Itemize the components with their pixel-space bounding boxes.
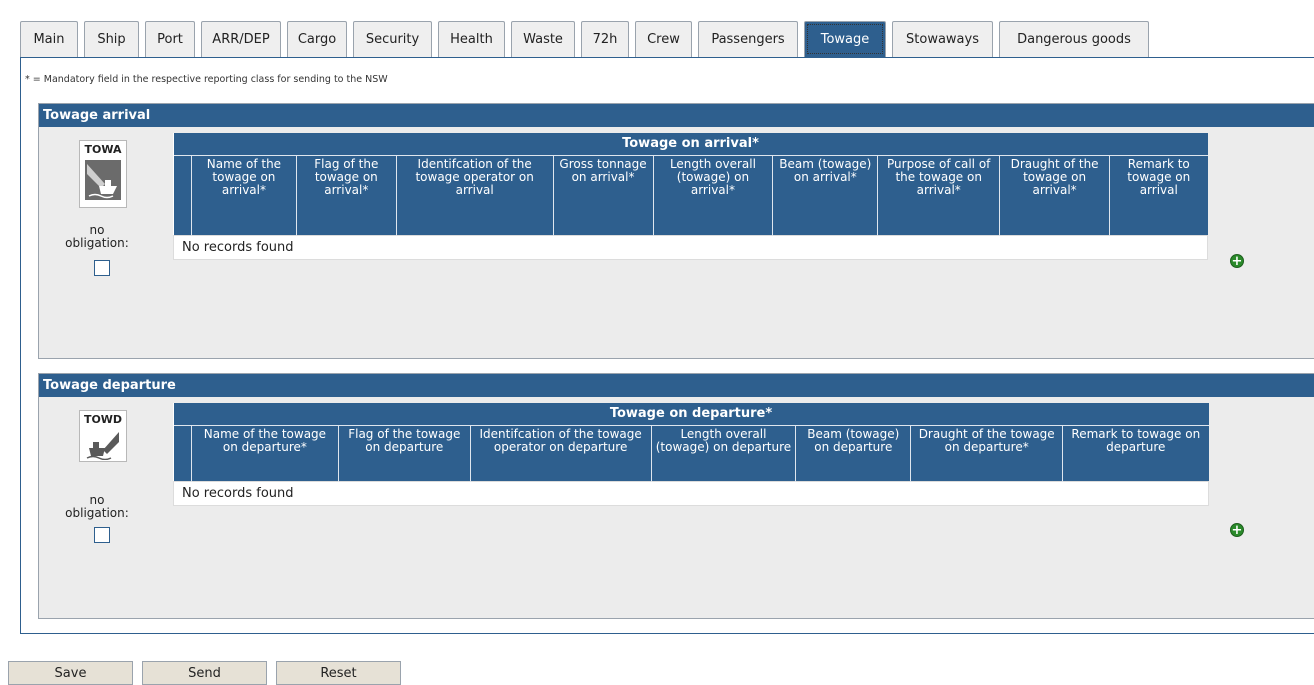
column-header[interactable]: Remark to towage on departure <box>1062 425 1209 481</box>
no-obligation-checkbox[interactable] <box>94 527 110 543</box>
column-header[interactable]: Name of the towage on departure* <box>190 425 339 481</box>
tab-security[interactable]: Security <box>353 21 432 57</box>
column-header[interactable]: Identifcation of the towage operator on … <box>469 425 652 481</box>
towd-icon-code: TOWD <box>83 413 123 426</box>
row-selector-header <box>173 155 192 235</box>
towage-arrival-panel: Towage arrival TOWA no obligation: Towag… <box>38 103 1314 359</box>
tab-passengers[interactable]: Passengers <box>698 21 798 57</box>
no-obligation-label: no obligation: <box>65 223 129 250</box>
tab-main[interactable]: Main <box>20 21 78 57</box>
no-obligation-label: no obligation: <box>65 493 129 520</box>
towage-arrival-header: Towage arrival <box>39 104 1314 127</box>
reset-button[interactable]: Reset <box>276 661 401 685</box>
tab-dangerous-goods[interactable]: Dangerous goods <box>999 21 1149 57</box>
towage-departure-header: Towage departure <box>39 374 1314 397</box>
column-header[interactable]: Flag of the towage on departure <box>337 425 471 481</box>
column-header[interactable]: Identifcation of the towage operator on … <box>395 155 554 235</box>
tab-health[interactable]: Health <box>438 21 505 57</box>
column-header[interactable]: Draught of the towage on departure* <box>910 425 1063 481</box>
column-header[interactable]: Length overall (towage) on departure <box>650 425 796 481</box>
towage-departure-icon <box>85 430 121 460</box>
tab-towage[interactable]: Towage <box>804 21 886 57</box>
column-header[interactable]: Beam (towage) on departure <box>795 425 911 481</box>
towage-departure-panel: Towage departure TOWD no obligation: Tow… <box>38 373 1314 619</box>
content-frame: * = Mandatory field in the respective re… <box>20 57 1314 634</box>
tab-72h[interactable]: 72h <box>581 21 629 57</box>
tab-ship[interactable]: Ship <box>84 21 139 57</box>
add-departure-button[interactable]: + <box>1230 523 1244 537</box>
towd-icon: TOWD <box>79 410 127 462</box>
towage-arrival-table: Towage on arrival* Name of the towage on… <box>173 133 1208 260</box>
column-header[interactable]: Remark to towage on arrival <box>1109 155 1208 235</box>
add-arrival-button[interactable]: + <box>1230 254 1244 268</box>
footer-actions: Save Send Reset <box>8 661 410 685</box>
tab-port[interactable]: Port <box>145 21 195 57</box>
column-header[interactable]: Purpose of call of the towage on arrival… <box>877 155 1000 235</box>
send-button[interactable]: Send <box>142 661 267 685</box>
towage-arrival-icon <box>85 160 121 200</box>
mandatory-note: * = Mandatory field in the respective re… <box>25 74 388 85</box>
save-button[interactable]: Save <box>8 661 133 685</box>
tab-arr-dep[interactable]: ARR/DEP <box>201 21 281 57</box>
column-header[interactable]: Gross tonnage on arrival* <box>552 155 653 235</box>
tab-waste[interactable]: Waste <box>511 21 575 57</box>
tab-cargo[interactable]: Cargo <box>287 21 347 57</box>
towa-icon-code: TOWA <box>84 143 122 156</box>
towa-icon: TOWA <box>79 140 127 208</box>
towage-departure-group-header: Towage on departure* <box>173 403 1209 426</box>
column-header[interactable]: Draught of the towage on arrival* <box>999 155 1110 235</box>
empty-records-message: No records found <box>173 234 1208 260</box>
empty-records-message: No records found <box>173 480 1209 506</box>
towage-arrival-group-header: Towage on arrival* <box>173 133 1208 156</box>
tab-bar: Main Ship Port ARR/DEP Cargo Security He… <box>20 21 1155 57</box>
column-header[interactable]: Flag of the towage on arrival* <box>295 155 397 235</box>
tab-stowaways[interactable]: Stowaways <box>892 21 993 57</box>
tab-crew[interactable]: Crew <box>635 21 692 57</box>
column-header[interactable]: Name of the towage on arrival* <box>190 155 297 235</box>
row-selector-header <box>173 425 192 481</box>
column-header[interactable]: Beam (towage) on arrival* <box>772 155 878 235</box>
column-header[interactable]: Length overall (towage) on arrival* <box>652 155 773 235</box>
towage-departure-table: Towage on departure* Name of the towage … <box>173 403 1209 506</box>
no-obligation-checkbox[interactable] <box>94 260 110 276</box>
